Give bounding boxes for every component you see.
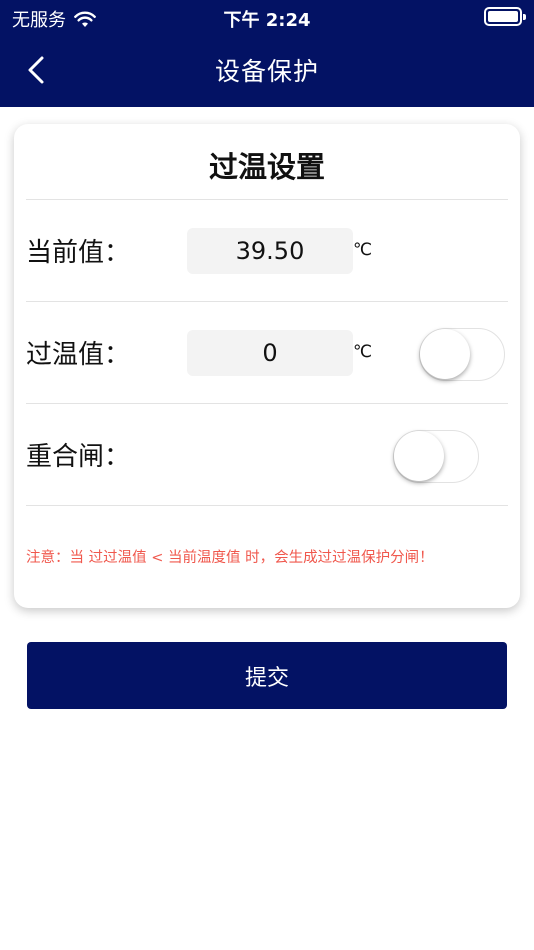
card-title: 过温设置 [208, 150, 325, 184]
page-title: 设备保护 [214, 57, 319, 86]
reclose-label: 重合闸： [26, 442, 131, 472]
divider [26, 403, 508, 404]
battery-icon [484, 7, 526, 26]
current-value-display: 39.50 [187, 228, 353, 274]
top-bar: 无服务 下午 2:24 设备保护 [0, 0, 534, 107]
nav-bar: 设备保护 [0, 34, 534, 107]
toggle-knob [420, 329, 470, 379]
warning-note: 注意：当 过过温值 < 当前温度值 时，会生成过过温保护分闸！ [26, 550, 434, 566]
divider [26, 199, 508, 200]
reclose-toggle[interactable] [393, 430, 479, 483]
current-value-unit: ℃ [353, 240, 373, 260]
status-time: 下午 2:24 [223, 10, 311, 31]
submit-button[interactable]: 提交 [27, 642, 507, 709]
over-temp-settings-card: 过温设置 当前值： 39.50 ℃ 过温值： ℃ 重合闸： 注意：当 过过温值 … [14, 124, 520, 608]
over-temp-toggle[interactable] [419, 328, 505, 381]
divider [26, 301, 508, 302]
over-temp-unit: ℃ [353, 342, 373, 362]
toggle-knob [394, 431, 444, 481]
over-temp-label: 过温值： [26, 340, 131, 370]
status-bar: 无服务 下午 2:24 [0, 0, 534, 34]
current-value-label: 当前值： [26, 238, 131, 268]
over-temp-input[interactable] [187, 330, 353, 376]
divider [26, 505, 508, 506]
